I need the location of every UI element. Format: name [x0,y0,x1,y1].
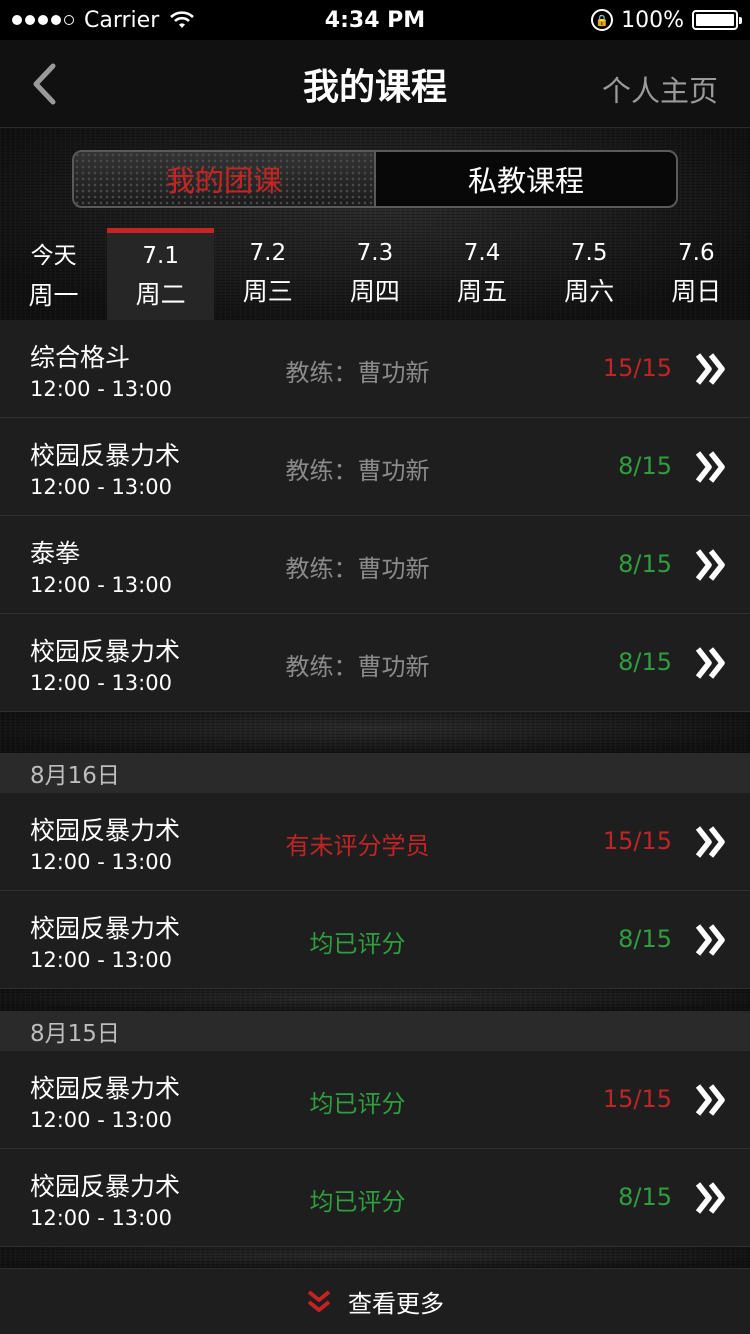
course-row[interactable]: 校园反暴力术 12:00 - 13:00 均已评分 8/15 [0,1149,750,1247]
day-tab[interactable]: 7.6 周日 [643,228,750,320]
course-name: 泰拳 [30,539,81,568]
course-time: 12:00 - 13:00 [30,1108,172,1132]
course-time: 12:00 - 13:00 [30,1206,172,1230]
date-header: 8月16日 [0,753,750,793]
course-count: 8/15 [618,452,672,480]
course-name: 校园反暴力术 [30,1172,181,1201]
day-weekday: 周日 [671,277,722,306]
back-button[interactable] [24,62,64,106]
course-name: 校园反暴力术 [30,914,181,943]
day-weekday: 周四 [349,277,400,306]
day-weekday: 周六 [564,277,615,306]
course-row[interactable]: 综合格斗 12:00 - 13:00 教练：曹功新 15/15 [0,320,750,418]
course-row[interactable]: 校园反暴力术 12:00 - 13:00 均已评分 15/15 [0,1051,750,1149]
week-selector: 今天周一 7.1 周二 7.2 周三 7.3 周四 7.4 周五 7.5 周六 7.6 周日 [0,228,750,320]
day-date: 7.5 [570,240,608,266]
course-count: 15/15 [602,1085,672,1113]
course-count: 15/15 [602,827,672,855]
day-tab[interactable]: 7.4 周五 [429,228,536,320]
battery-percent: 100% [621,7,684,33]
double-chevron-right-icon [695,826,725,858]
day-tab[interactable]: 7.2 周三 [214,228,321,320]
course-name: 校园反暴力术 [30,637,181,666]
day-date: 7.1 [142,242,179,269]
course-row[interactable]: 校园反暴力术 12:00 - 13:00 教练：曹功新 8/15 [0,418,750,516]
day-date: 7.6 [678,240,715,266]
carrier-label: Carrier [84,7,160,33]
course-coach: 教练：曹功新 [285,359,430,387]
course-count: 15/15 [602,354,672,382]
day-tab[interactable]: 今天 周一 [0,228,107,320]
double-chevron-right-icon [695,1084,725,1116]
course-coach: 教练：曹功新 [285,555,430,583]
page-title: 我的课程 [302,66,447,108]
load-more-button[interactable]: 查看更多 [0,1268,750,1334]
status-right: 🔒 100% [591,7,742,33]
load-more-label: 查看更多 [348,1290,444,1318]
day-date: 7.3 [356,240,394,266]
status-left: Carrier [12,8,195,33]
double-chevron-right-icon [695,1182,725,1214]
rotation-lock-icon: 🔒 [591,9,614,31]
course-row[interactable]: 泰拳 12:00 - 13:00 教练：曹功新 8/15 [0,516,750,614]
course-type-segment: 我的团课 私教课程 [72,150,678,208]
day-weekday: 周五 [457,277,508,306]
profile-link[interactable]: 个人主页 [602,68,718,110]
double-chevron-right-icon [695,924,725,956]
rating-status: 均已评分 [309,1188,406,1216]
battery-icon [692,10,742,30]
course-count: 8/15 [618,925,672,953]
course-count: 8/15 [618,1183,672,1211]
day-weekday: 周二 [135,279,186,309]
course-time: 12:00 - 13:00 [30,850,172,874]
day-tab-selected[interactable]: 7.1 周二 [107,228,215,320]
status-bar: Carrier 4:34 PM 🔒 100% [0,0,750,40]
tab-private-class[interactable]: 私教课程 [376,152,676,206]
course-time: 12:00 - 13:00 [30,377,172,401]
course-time: 12:00 - 13:00 [30,948,172,972]
rating-status: 均已评分 [309,1090,406,1118]
double-chevron-down-icon [307,1289,331,1312]
course-row[interactable]: 校园反暴力术 12:00 - 13:00 有未评分学员 15/15 [0,793,750,891]
double-chevron-right-icon [695,353,725,385]
wifi-icon [170,11,195,28]
rating-status: 有未评分学员 [285,832,430,860]
course-coach: 教练：曹功新 [285,653,430,681]
double-chevron-right-icon [695,647,725,679]
course-coach: 教练：曹功新 [285,457,430,485]
course-time: 12:00 - 13:00 [30,671,172,695]
course-time: 12:00 - 13:00 [30,475,172,499]
chevron-left-icon [33,63,56,105]
course-time: 12:00 - 13:00 [30,573,172,597]
course-name: 校园反暴力术 [30,816,181,845]
day-tab[interactable]: 7.3 周四 [321,228,428,320]
header-area: 我的团课 私教课程 今天周一 7.1 周二 7.2 周三 7.3 周四 7.4 周五 7… [0,128,750,320]
day-date: 今天 [30,243,77,269]
course-name: 校园反暴力术 [30,441,181,470]
section-divider [0,1247,750,1268]
course-name: 校园反暴力术 [30,1074,181,1103]
double-chevron-right-icon [695,451,725,483]
course-row[interactable]: 校园反暴力术 12:00 - 13:00 均已评分 8/15 [0,891,750,989]
day-weekday: 周一 [28,281,79,310]
nav-bar: 我的课程 个人主页 [0,40,750,128]
section-divider [0,712,750,753]
double-chevron-right-icon [695,549,725,581]
day-weekday: 周三 [242,277,293,306]
day-date: 7.4 [463,240,501,266]
date-header: 8月15日 [0,1011,750,1051]
section-divider [0,989,750,1011]
day-date: 7.2 [249,240,287,266]
signal-icon [12,15,74,25]
tab-group-class[interactable]: 我的团课 [74,152,376,206]
course-count: 8/15 [618,550,672,578]
day-tab[interactable]: 7.5 周六 [536,228,643,320]
rating-status: 均已评分 [309,930,406,958]
course-name: 综合格斗 [30,343,131,372]
course-row[interactable]: 校园反暴力术 12:00 - 13:00 教练：曹功新 8/15 [0,614,750,712]
course-count: 8/15 [618,648,672,676]
